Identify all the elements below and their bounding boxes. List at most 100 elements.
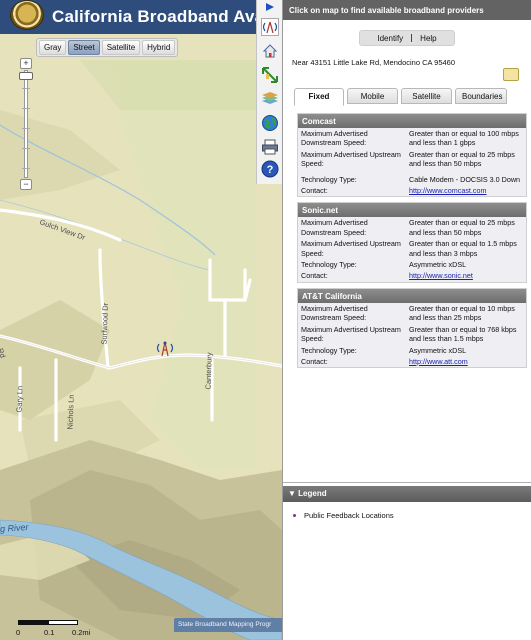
tech-label: Technology Type: <box>301 345 357 355</box>
map-terrain <box>0 0 282 640</box>
zoom-tick <box>22 148 30 149</box>
provider-details: Maximum Advertised Downstream Speed: Grea… <box>298 303 526 367</box>
basemap-toggle: Gray Street Satellite Hybrid <box>36 38 179 57</box>
globe-icon[interactable] <box>259 112 281 134</box>
contact-label: Contact: <box>301 186 328 196</box>
road-label: Gary Ln <box>14 385 25 413</box>
river-label: g River <box>0 522 29 534</box>
tab-boundaries[interactable]: Boundaries <box>455 88 507 104</box>
panel-header: Click on map to find available broadband… <box>283 0 531 20</box>
zoom-in-button[interactable]: + <box>20 58 32 69</box>
tab-mobile[interactable]: Mobile <box>347 88 398 104</box>
provider-details: Maximum Advertised Downstream Speed: Grea… <box>298 217 526 281</box>
basemap-hybrid-button[interactable]: Hybrid <box>142 40 176 55</box>
zoom-out-button[interactable]: − <box>20 179 32 190</box>
zoom-tick <box>22 168 30 169</box>
tower-icon[interactable] <box>259 16 281 38</box>
table-row: Maximum Advertised Upstream Speed: Greate… <box>298 238 526 259</box>
tech-label: Technology Type: <box>301 260 357 270</box>
scale-label: 0 <box>16 628 21 637</box>
zoom-slider[interactable]: + − <box>19 58 33 190</box>
downstream-label: Maximum Advertised Downstream Speed: <box>301 218 368 237</box>
provider-details: Maximum Advertised Downstream Speed: Grea… <box>298 128 526 196</box>
zoom-tick <box>22 128 30 129</box>
table-row: Contact: http://www.comcast.com <box>298 185 526 196</box>
table-row: Contact: http://www.sonic.net <box>298 270 526 281</box>
mode-divider <box>411 34 413 42</box>
table-row: Maximum Advertised Downstream Speed: Grea… <box>298 217 526 238</box>
zoom-tick <box>22 108 30 109</box>
app-title: California Broadband Availa <box>52 7 282 26</box>
map-view[interactable]: Gulch View Dr Surfwood Dr Rd Gary Ln Nic… <box>0 0 282 640</box>
zoom-extent-icon[interactable] <box>259 64 281 86</box>
tech-value: Cable Modem - DOCSIS 3.0 Down <box>409 174 521 184</box>
tab-satellite[interactable]: Satellite <box>401 88 452 104</box>
zoom-tick <box>22 88 30 89</box>
tech-label: Technology Type: <box>301 174 357 184</box>
downstream-label: Maximum Advertised Downstream Speed: <box>301 129 368 148</box>
legend-header[interactable]: ▼ Legend <box>283 486 531 502</box>
provider-name: Sonic.net <box>298 203 526 218</box>
folder-icon[interactable] <box>503 68 519 81</box>
table-row: Technology Type: Asymmetric xDSL <box>298 345 526 356</box>
home-icon[interactable] <box>259 40 281 62</box>
provider-card: AT&T California Maximum Advertised Downs… <box>297 287 527 369</box>
tech-value: Asymmetric xDSL <box>409 260 467 270</box>
map-toolbar: ? <box>256 0 282 184</box>
table-row: Technology Type: Cable Modem - DOCSIS 3.0… <box>298 170 526 185</box>
print-icon[interactable] <box>259 136 281 158</box>
basemap-satellite-button[interactable]: Satellite <box>101 40 141 55</box>
downstream-value: Greater than or equal to 100 mbps and le… <box>409 129 519 148</box>
legend-marker-icon <box>293 514 296 517</box>
tab-fixed[interactable]: Fixed <box>294 88 344 106</box>
downstream-value: Greater than or equal to 10 mbps and les… <box>409 303 515 323</box>
location-marker-icon[interactable] <box>156 340 174 358</box>
collapse-icon[interactable]: ▼ <box>288 489 296 498</box>
table-row: Technology Type: Asymmetric xDSL <box>298 259 526 270</box>
results-panel: Click on map to find available broadband… <box>282 0 531 640</box>
contact-link[interactable]: http://www.comcast.com <box>409 186 487 195</box>
footer-link[interactable]: State Broadband Mapping Progr <box>174 618 282 632</box>
contact-label: Contact: <box>301 356 328 366</box>
legend-title: Legend <box>298 489 327 498</box>
road-label: Canterbury <box>203 352 214 390</box>
legend-item: Public Feedback Locations <box>293 511 394 520</box>
tab-bar: Fixed Mobile Satellite Boundaries <box>294 88 507 106</box>
scale-label: 0.1 <box>44 628 55 637</box>
tech-value: Asymmetric xDSL <box>409 345 467 355</box>
help-icon[interactable]: ? <box>259 158 281 180</box>
upstream-value: Greater than or equal to 768 kbps and le… <box>409 324 517 344</box>
provider-card: Sonic.net Maximum Advertised Downstream … <box>297 202 527 283</box>
zoom-thumb[interactable] <box>19 72 33 80</box>
basemap-street-button[interactable]: Street <box>68 40 100 55</box>
table-row: Contact: http://www.att.com <box>298 356 526 367</box>
provider-card: Comcast Maximum Advertised Downstream Sp… <box>297 113 527 198</box>
upstream-value: Greater than or equal to 25 mbps and les… <box>409 149 515 169</box>
table-row: Maximum Advertised Upstream Speed: Greate… <box>298 149 526 170</box>
scale-bar: 0 0.1 0.2mi <box>16 620 108 640</box>
identify-button[interactable]: Identify <box>377 34 403 43</box>
arrow-icon[interactable] <box>259 0 281 14</box>
contact-label: Contact: <box>301 271 328 281</box>
contact-link[interactable]: http://www.sonic.net <box>409 271 473 280</box>
california-seal-icon <box>10 0 44 30</box>
zoom-track[interactable] <box>24 70 28 178</box>
table-row: Maximum Advertised Upstream Speed: Greate… <box>298 324 526 345</box>
upstream-value: Greater than or equal to 1.5 mbps and le… <box>409 239 517 258</box>
table-row: Maximum Advertised Downstream Speed: Grea… <box>298 128 526 149</box>
downstream-label: Maximum Advertised Downstream Speed: <box>301 303 368 323</box>
help-button[interactable]: Help <box>420 34 436 43</box>
panel-divider <box>283 482 531 483</box>
upstream-label: Maximum Advertised Upstream Speed: <box>301 239 401 258</box>
layers-icon[interactable] <box>259 88 281 110</box>
scale-label: 0.2mi <box>72 628 91 637</box>
scale-segment <box>48 620 78 625</box>
road-label: Nichols Ln <box>65 394 76 430</box>
road-label: Surfwood Dr <box>99 302 110 345</box>
provider-name: AT&T California <box>298 288 526 303</box>
basemap-gray-button[interactable]: Gray <box>39 40 67 55</box>
svg-text:?: ? <box>267 164 274 176</box>
address-text: Near 43151 Little Lake Rd, Mendocino CA … <box>292 58 456 67</box>
contact-link[interactable]: http://www.att.com <box>409 357 468 366</box>
downstream-value: Greater than or equal to 25 mbps and les… <box>409 218 515 237</box>
